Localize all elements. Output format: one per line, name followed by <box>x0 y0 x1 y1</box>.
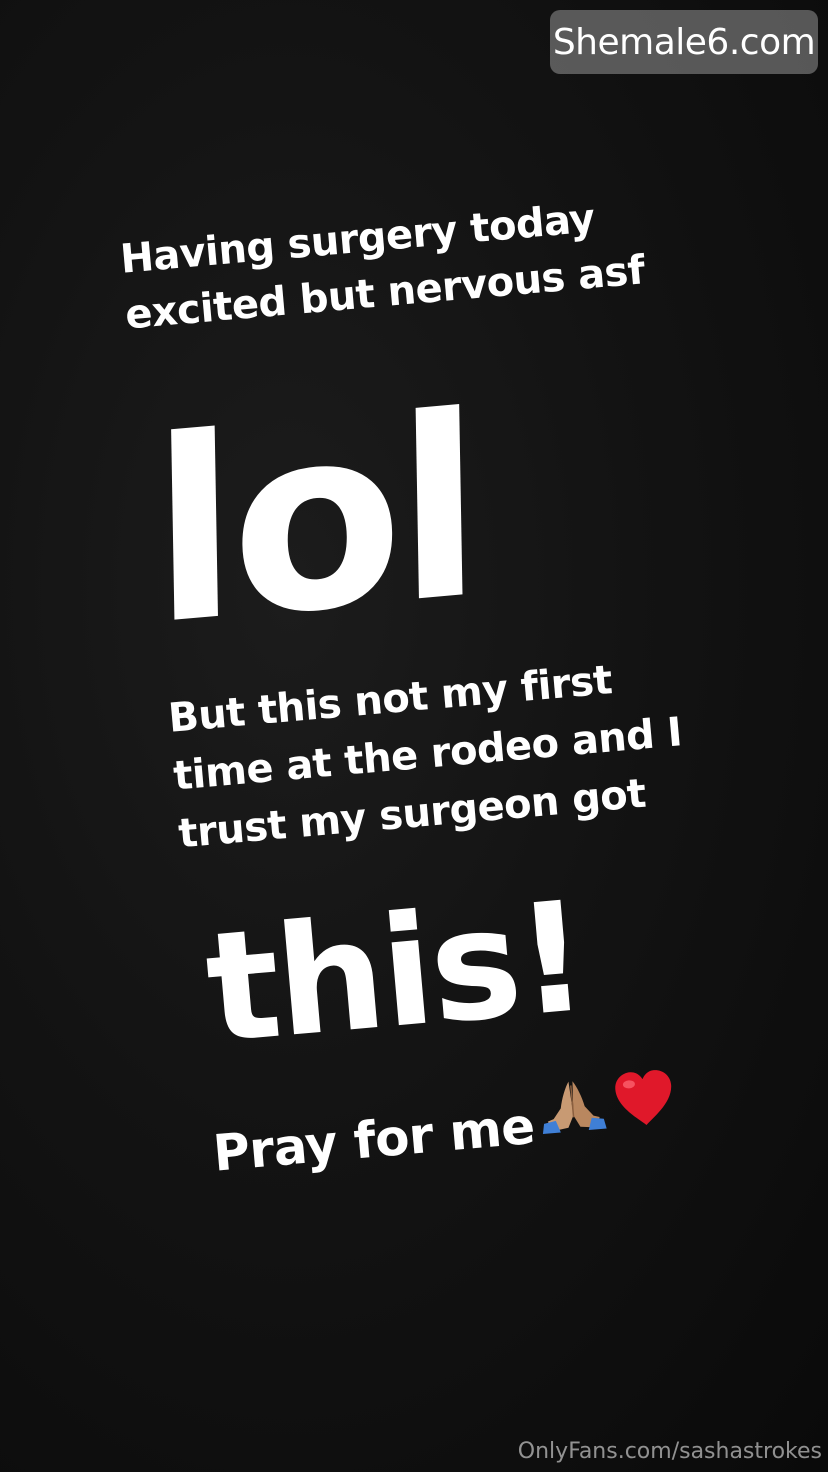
big-lol-text: lol <box>149 360 479 681</box>
praying-hands-icon <box>534 1074 612 1154</box>
site-watermark-text: Shemale6.com <box>552 21 816 63</box>
red-heart-icon <box>610 1066 681 1149</box>
story-canvas: Shemale6.com Having surgery today excite… <box>0 0 828 1472</box>
site-watermark-badge: Shemale6.com <box>550 10 818 74</box>
big-this-text: this! <box>199 868 592 1078</box>
caption-closing: Pray for me <box>210 1070 681 1192</box>
footer-watermark: OnlyFans.com/sashastrokes <box>517 1439 822 1464</box>
caption-middle: But this not my first time at the rodeo … <box>166 646 689 864</box>
caption-intro: Having surgery today excited but nervous… <box>118 187 647 344</box>
closing-text: Pray for me <box>210 1096 537 1183</box>
